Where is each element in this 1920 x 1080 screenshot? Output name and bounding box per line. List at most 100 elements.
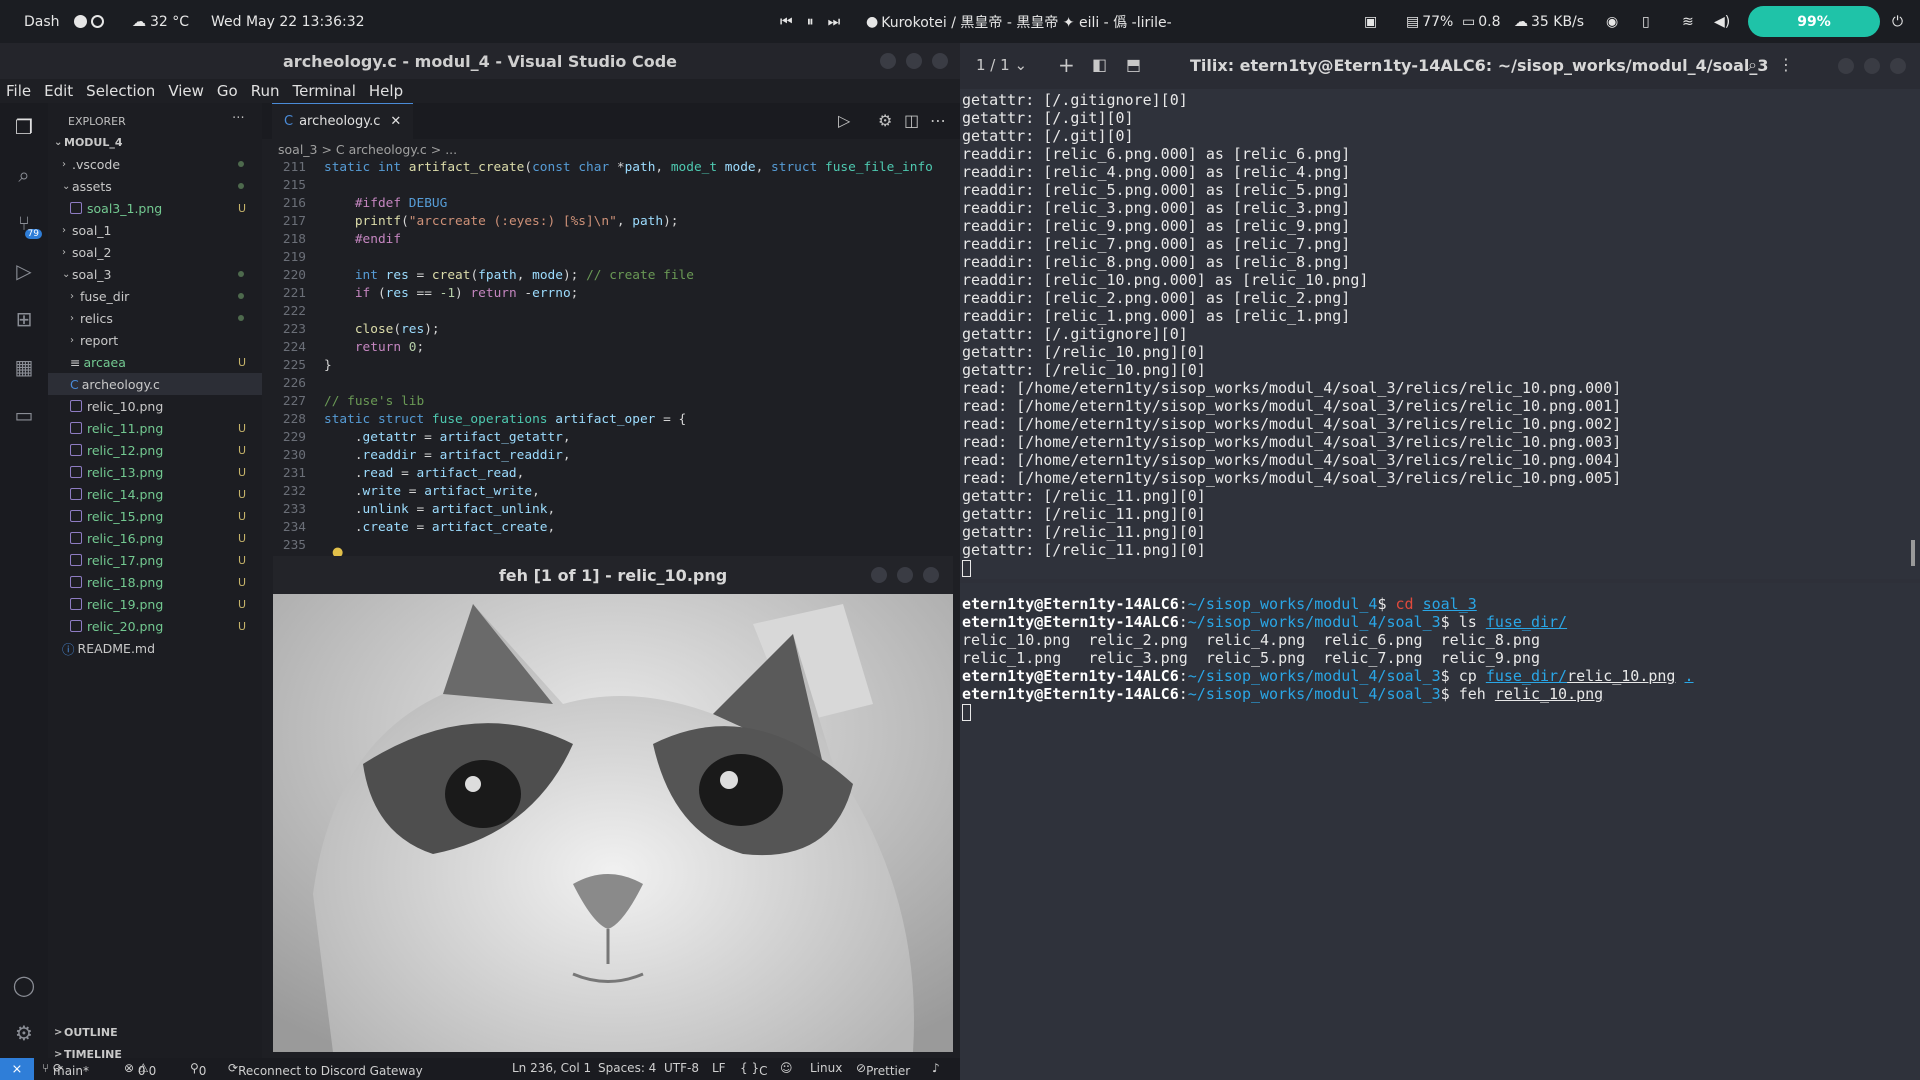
power-icon[interactable]: ⏻ [1892, 0, 1903, 43]
tree-item[interactable]: › soal_2 [48, 241, 262, 263]
code-line[interactable]: 232 .write = artifact_write, [262, 484, 540, 499]
cpu-widget[interactable]: ▤ 77% [1406, 0, 1453, 43]
tree-item[interactable]: ⓘ README.md [48, 637, 262, 659]
tree-item[interactable]: relic_19.png U [48, 593, 262, 615]
code-line[interactable]: 221 if (res == -1) return -errno; [262, 286, 579, 301]
load-widget[interactable]: ▭ 0.8 [1462, 0, 1501, 43]
code-line[interactable]: 227// fuse's lib [262, 394, 424, 409]
tilix-minimize-button[interactable] [1838, 58, 1854, 74]
feh-close-button[interactable] [923, 567, 939, 583]
previous-track-icon[interactable]: ⏮ [780, 14, 793, 30]
battery-indicator[interactable]: 99% [1748, 6, 1880, 37]
volume-icon[interactable]: ◀) [1714, 0, 1730, 43]
terminal-pane-shell[interactable]: etern1ty@Etern1ty-14ALC6:~/sisop_works/m… [960, 583, 1920, 1080]
terminal-scrollbar[interactable] [1911, 540, 1915, 566]
screenshot-icon[interactable]: ▣ [1364, 0, 1377, 43]
code-line[interactable]: 230 .readdir = artifact_readdir, [262, 448, 571, 463]
menu-terminal[interactable]: Terminal [293, 82, 356, 100]
workspace-dot-active[interactable] [74, 15, 87, 28]
find-icon[interactable]: ⌕ [1748, 55, 1757, 75]
code-line[interactable]: 219 [262, 250, 324, 265]
code-line[interactable]: 224 return 0; [262, 340, 424, 355]
tree-item[interactable]: ⌄ assets [48, 175, 262, 197]
cat-photo[interactable] [273, 594, 953, 1052]
menu-view[interactable]: View [168, 82, 204, 100]
code-line[interactable]: 218 #endif [262, 232, 401, 247]
code-line[interactable]: 226 [262, 376, 324, 391]
tree-item[interactable]: C archeology.c [48, 373, 262, 395]
feh-minimize-button[interactable] [871, 567, 887, 583]
code-line[interactable]: 229 .getattr = artifact_getattr, [262, 430, 571, 445]
tree-item[interactable]: relic_17.png U [48, 549, 262, 571]
add-terminal-down-icon[interactable]: ⬒ [1126, 55, 1141, 74]
menu-file[interactable]: File [6, 82, 31, 100]
tree-item[interactable]: relic_12.png U [48, 439, 262, 461]
tree-item[interactable]: › soal_1 [48, 219, 262, 241]
add-terminal-right-icon[interactable]: ◧ [1092, 55, 1107, 74]
bell-icon[interactable]: ♪ [932, 1061, 940, 1075]
tree-item[interactable]: › report [48, 329, 262, 351]
tilix-maximize-button[interactable] [1864, 58, 1880, 74]
workspace-dot[interactable] [91, 15, 104, 28]
minimize-button[interactable] [880, 53, 896, 69]
copilot-icon[interactable]: ☺ [780, 1061, 793, 1075]
prettier-indicator[interactable]: ⊘ Prettier [856, 1061, 910, 1078]
tree-item[interactable]: relic_11.png U [48, 417, 262, 439]
remote-indicator[interactable]: ⨯ [0, 1058, 34, 1080]
weather-widget[interactable]: ☁ 32 °C [132, 0, 189, 43]
os-indicator[interactable]: Linux [810, 1061, 842, 1075]
terminal-pane-fuse-log[interactable]: getattr: [/.gitignore][0] getattr: [/.git… [960, 89, 1920, 579]
tree-item[interactable]: › .vscode [48, 153, 262, 175]
clock[interactable]: Wed May 22 13:36:32 [211, 0, 365, 43]
dash-button[interactable]: Dash [24, 0, 60, 43]
workspace-indicators[interactable] [74, 0, 108, 43]
tree-item[interactable]: relic_14.png U [48, 483, 262, 505]
pause-icon[interactable]: ⏸ [807, 14, 814, 30]
code-line[interactable]: 216 #ifdef DEBUG [262, 196, 447, 211]
run-debug-icon[interactable]: ▷ [10, 257, 38, 285]
ghost-icon[interactable]: ◉ [1606, 0, 1618, 43]
tree-item[interactable]: relic_10.png [48, 395, 262, 417]
code-line[interactable]: 222 [262, 304, 324, 319]
wifi-icon[interactable]: ≋ [1682, 0, 1694, 43]
feh-maximize-button[interactable] [897, 567, 913, 583]
tree-item[interactable]: relic_18.png U [48, 571, 262, 593]
close-button[interactable] [932, 53, 948, 69]
menu-help[interactable]: Help [369, 82, 403, 100]
menu-selection[interactable]: Selection [86, 82, 155, 100]
settings-gear-icon[interactable]: ⚙ [10, 1019, 38, 1047]
docker-icon[interactable]: ▦ [10, 353, 38, 381]
code-line[interactable]: 231 .read = artifact_read, [262, 466, 525, 481]
extensions-icon[interactable]: ⊞ [10, 305, 38, 333]
session-switcher[interactable]: 1 / 1 ⌄ [976, 56, 1027, 74]
outline-section[interactable]: > OUTLINE [48, 1021, 262, 1043]
code-line[interactable]: 211 static int artifact_create(const char… [262, 160, 933, 175]
maximize-button[interactable] [906, 53, 922, 69]
gear-icon[interactable]: ⚙ [878, 111, 892, 130]
menu-run[interactable]: Run [251, 82, 280, 100]
tree-item[interactable]: relic_16.png U [48, 527, 262, 549]
remote-explorer-icon[interactable]: ▭ [10, 401, 38, 429]
account-icon[interactable]: ◯ [10, 971, 38, 999]
menu-go[interactable]: Go [217, 82, 238, 100]
split-editor-icon[interactable]: ◫ [904, 111, 919, 130]
menu-edit[interactable]: Edit [44, 82, 73, 100]
tree-item[interactable]: soal3_1.png U [48, 197, 262, 219]
tree-item[interactable]: › fuse_dir [48, 285, 262, 307]
discord-status[interactable]: ⟳ Reconnect to Discord Gateway [228, 1061, 423, 1078]
code-line[interactable]: 215 [262, 178, 324, 193]
add-session-icon[interactable]: + [1058, 53, 1075, 77]
language-mode[interactable]: { } C [740, 1061, 767, 1078]
clipboard-icon[interactable]: ▯ [1642, 0, 1650, 43]
branch-indicator[interactable]: ⑂ main* ⟳ [42, 1061, 89, 1078]
code-line[interactable]: 235 [262, 538, 324, 553]
code-line[interactable]: 220 int res = creat(fpath, mode); // cre… [262, 268, 694, 283]
problems-indicator[interactable]: ⊗ 0 ⚠ 0 [124, 1061, 156, 1078]
network-widget[interactable]: ☁ 35 KB/s [1514, 0, 1584, 43]
code-line[interactable]: 233 .unlink = artifact_unlink, [262, 502, 555, 517]
run-icon[interactable]: ▷ [838, 111, 850, 130]
line-ending[interactable]: LF [712, 1061, 726, 1075]
tab-archeology-c[interactable]: C archeology.c ✕ [272, 103, 414, 139]
ports-indicator[interactable]: ⚲ 0 [190, 1061, 206, 1078]
tilix-close-button[interactable] [1890, 58, 1906, 74]
